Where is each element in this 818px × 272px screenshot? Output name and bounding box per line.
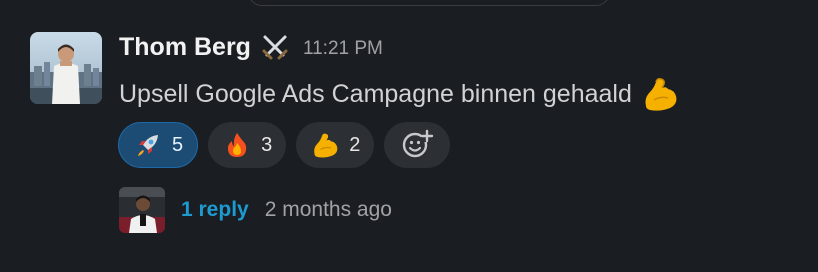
reaction-count: 5 bbox=[172, 133, 184, 156]
reaction-count: 2 bbox=[349, 133, 361, 156]
message-header: Thom Berg 11:21 PM bbox=[119, 30, 383, 64]
author-name[interactable]: Thom Berg bbox=[119, 33, 251, 62]
fire-icon bbox=[222, 130, 252, 160]
reaction-flexed-biceps[interactable]: 2 bbox=[296, 122, 375, 168]
add-reaction-icon bbox=[400, 126, 434, 165]
rocket-icon bbox=[133, 130, 163, 160]
new-messages-pill[interactable] bbox=[248, 0, 610, 6]
crossed-swords-icon bbox=[259, 31, 291, 63]
reply-count-link[interactable]: 1 reply bbox=[181, 198, 249, 222]
avatar bbox=[119, 187, 165, 233]
message-text: Upsell Google Ads Campagne binnen gehaal… bbox=[119, 79, 632, 108]
avatar-image bbox=[30, 32, 102, 104]
thread-summary[interactable]: 1 reply 2 months ago bbox=[119, 186, 392, 234]
message-timestamp[interactable]: 11:21 PM bbox=[303, 38, 383, 60]
message-body: Upsell Google Ads Campagne binnen gehaal… bbox=[119, 74, 680, 114]
message-pane: Thom Berg 11:21 PM Upsell Google Ads Cam… bbox=[0, 0, 818, 272]
reaction-count: 3 bbox=[261, 133, 273, 156]
avatar[interactable] bbox=[30, 32, 102, 104]
flexed-biceps-icon bbox=[310, 130, 340, 160]
reaction-rocket[interactable]: 5 bbox=[118, 122, 199, 168]
reaction-fire[interactable]: 3 bbox=[208, 122, 287, 168]
reactions-bar: 5 3 2 bbox=[118, 122, 451, 168]
add-reaction-button[interactable] bbox=[384, 122, 451, 168]
flexed-biceps-icon bbox=[640, 76, 680, 112]
last-reply-time: 2 months ago bbox=[264, 198, 392, 221]
